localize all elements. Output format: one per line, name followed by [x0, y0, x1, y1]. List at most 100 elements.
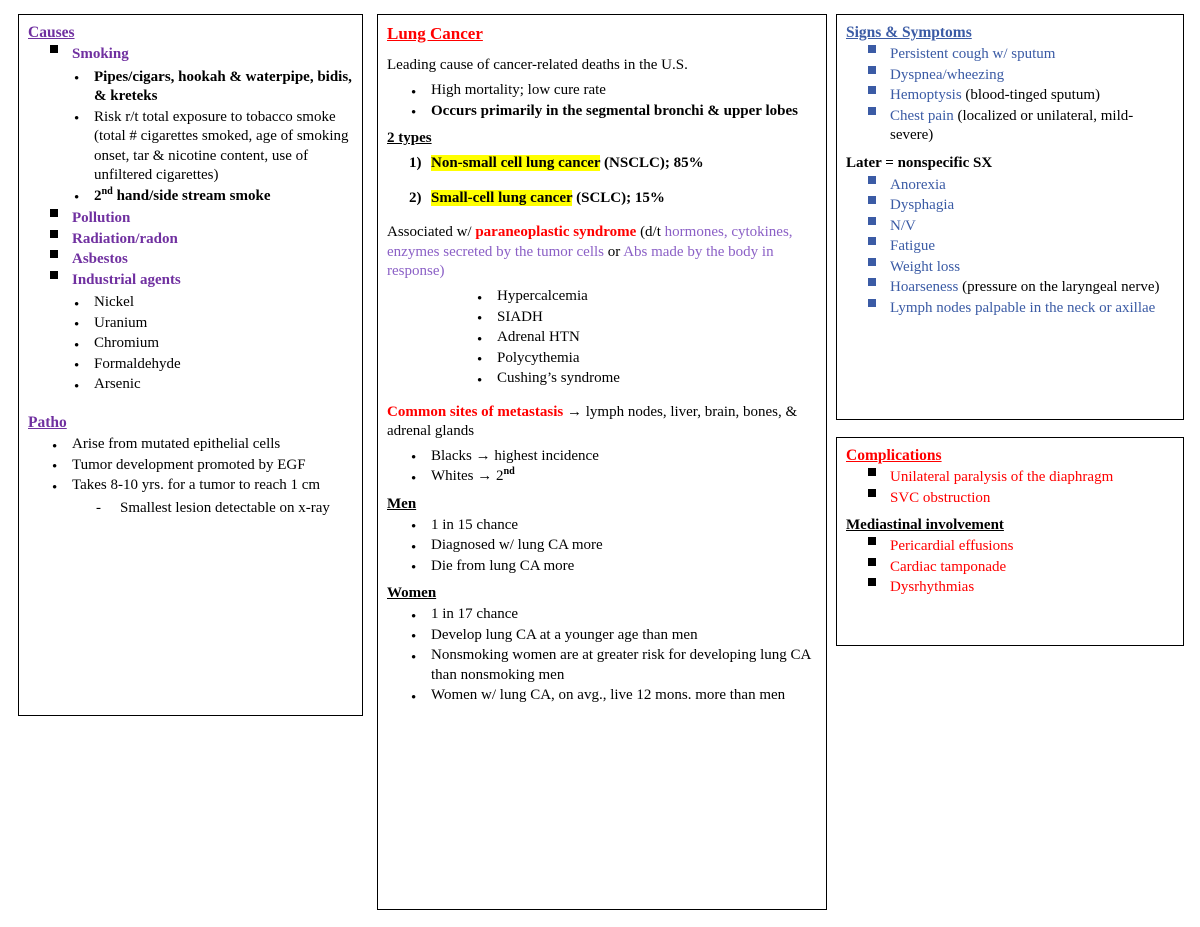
list-item: Pipes/cigars, hookah & waterpipe, bidis,…	[28, 68, 353, 107]
square-bullet-icon	[868, 196, 876, 205]
other-causes-list: Pollution Radiation/radon Asbestos Indus…	[28, 209, 353, 290]
women-item-3: Nonsmoking women are at greater risk for…	[431, 647, 811, 683]
arrow-icon	[477, 468, 492, 484]
effect-adrenal-htn: Adrenal HTN	[497, 329, 580, 345]
list-item: Risk r/t total exposure to tobacco smoke…	[28, 108, 353, 186]
signs-symptoms-heading: Signs & Symptoms	[846, 24, 972, 41]
list-item: Whites 2nd	[387, 467, 817, 487]
patho-subitem: Smallest lesion detectable on x-ray	[120, 499, 330, 516]
mediastinal-list: Pericardial effusions Cardiac tamponade …	[846, 537, 1174, 598]
square-bullet-icon	[868, 537, 876, 546]
cause-label-asbestos: Asbestos	[72, 251, 128, 268]
round-bullet-icon	[477, 312, 482, 327]
cause-item-industrial-agents: Industrial agents	[28, 270, 353, 291]
effect-cushings: Cushing’s syndrome	[497, 370, 620, 386]
cause-label-industrial-agents: Industrial agents	[72, 271, 181, 288]
men-item-3: Die from lung CA more	[431, 557, 575, 574]
effect-polycythemia: Polycythemia	[497, 349, 580, 366]
signs-symptoms-panel: Signs & Symptoms Persistent cough w/ spu…	[836, 14, 1184, 420]
intro-bullet-1: High mortality; low cure rate	[431, 82, 606, 99]
list-item: Dyspnea/wheezing	[846, 65, 1174, 86]
smoking-detail-2: Risk r/t total exposure to tobacco smoke…	[94, 108, 349, 184]
list-item: Dysphagia	[846, 196, 1174, 216]
symptom-anorexia: Anorexia	[890, 176, 946, 193]
symptom-persistent-cough: Persistent cough w/ sputum	[890, 46, 1056, 63]
list-item: Tumor development promoted by EGF	[28, 456, 353, 476]
square-bullet-icon	[50, 209, 58, 218]
patho-item-1: Arise from mutated epithelial cells	[72, 436, 281, 453]
list-item: Uranium	[28, 314, 353, 334]
round-bullet-icon	[477, 333, 482, 348]
patho-list: Arise from mutated epithelial cells Tumo…	[28, 435, 353, 496]
symptom-hoarseness-note: (pressure on the laryngeal nerve)	[958, 279, 1160, 296]
symptom-hemoptysis: Hemoptysis	[890, 87, 962, 104]
incidence-list: Blacks highest incidence Whites 2nd	[387, 447, 817, 487]
complications-list: Unilateral paralysis of the diaphragm SV…	[846, 468, 1174, 508]
round-bullet-icon	[74, 112, 79, 127]
cause-label-pollution: Pollution	[72, 210, 131, 227]
patho-item-2: Tumor development promoted by EGF	[72, 456, 306, 473]
square-bullet-icon	[868, 175, 876, 184]
cancer-type-sclc: 2) Small-cell lung cancer (SCLC); 15%	[387, 189, 817, 209]
cause-item-asbestos: Asbestos	[28, 250, 353, 270]
round-bullet-icon	[411, 561, 416, 576]
symptom-hoarseness: Hoarseness	[890, 279, 959, 296]
symptom-nausea-vomiting: N/V	[890, 217, 916, 234]
type-1-highlighted-name: Non-small cell lung cancer	[431, 155, 601, 172]
square-bullet-icon	[868, 278, 876, 287]
list-item: Occurs primarily in the segmental bronch…	[387, 102, 817, 122]
industrial-agents-sublist: Nickel Uranium Chromium Formaldehyde Ars…	[28, 293, 353, 395]
mediastinal-pericardial-effusions: Pericardial effusions	[890, 538, 1014, 555]
round-bullet-icon	[411, 651, 416, 666]
type-number-2: 2)	[409, 189, 422, 206]
dash-bullet-icon	[96, 499, 101, 519]
list-item: Diagnosed w/ lung CA more	[387, 536, 817, 556]
list-item: Arise from mutated epithelial cells	[28, 435, 353, 455]
square-bullet-icon	[868, 488, 876, 497]
list-item: Nickel	[28, 293, 353, 313]
assoc-lead: Associated w/	[387, 224, 476, 241]
intro-bullet-2: Occurs primarily in the segmental bronch…	[431, 102, 798, 119]
list-item: 1 in 17 chance	[387, 605, 817, 625]
effect-hypercalcemia: Hypercalcemia	[497, 288, 588, 304]
square-bullet-icon	[868, 106, 876, 115]
assoc-paren-close: )	[439, 262, 445, 279]
patho-sublist: Smallest lesion detectable on x-ray	[28, 499, 353, 519]
round-bullet-icon	[477, 374, 482, 389]
round-bullet-icon	[74, 191, 79, 206]
symptom-lymph-nodes: Lymph nodes palpable in the neck or axil…	[890, 299, 1156, 316]
square-bullet-icon	[868, 216, 876, 225]
agent-formaldehyde: Formaldehyde	[94, 355, 181, 372]
square-bullet-icon	[50, 250, 58, 259]
mediastinal-cardiac-tamponade: Cardiac tamponade	[890, 558, 1007, 575]
causes-list: Smoking	[28, 45, 353, 65]
agent-uranium: Uranium	[94, 314, 148, 331]
square-bullet-icon	[868, 86, 876, 95]
round-bullet-icon	[52, 460, 57, 475]
list-item: Hoarseness (pressure on the laryngeal ne…	[846, 278, 1174, 298]
smoking-sublist: Pipes/cigars, hookah & waterpipe, bidis,…	[28, 68, 353, 207]
list-item: Develop lung CA at a younger age than me…	[387, 626, 817, 646]
cancer-types-list: 1) Non-small cell lung cancer (NSCLC); 85…	[387, 154, 817, 208]
lung-intro: Leading cause of cancer-related deaths i…	[387, 57, 688, 74]
round-bullet-icon	[411, 541, 416, 556]
round-bullet-icon	[477, 353, 482, 368]
square-bullet-icon	[868, 65, 876, 74]
list-item: Hypercalcemia	[387, 287, 817, 307]
incidence-blacks: Blacks highest incidence	[431, 448, 599, 464]
list-item: Nonsmoking women are at greater risk for…	[387, 646, 817, 685]
agent-arsenic: Arsenic	[94, 376, 141, 393]
mediastinal-involvement-heading: Mediastinal involvement	[846, 517, 1004, 534]
round-bullet-icon	[74, 298, 79, 313]
type-2-rest: (SCLC); 15%	[572, 189, 665, 206]
list-item: Smallest lesion detectable on x-ray	[28, 499, 353, 519]
complications-panel: Complications Unilateral paralysis of th…	[836, 437, 1184, 646]
women-item-2: Develop lung CA at a younger age than me…	[431, 626, 698, 643]
assoc-paren-open: (d/t	[636, 224, 665, 241]
list-item: Dysrhythmias	[846, 578, 1174, 598]
round-bullet-icon	[74, 72, 79, 87]
complication-diaphragm-paralysis: Unilateral paralysis of the diaphragm	[890, 469, 1114, 486]
cause-label-smoking: Smoking	[72, 46, 129, 63]
round-bullet-icon	[52, 481, 57, 496]
lung-cancer-panel: Lung Cancer Leading cause of cancer-rela…	[377, 14, 827, 910]
